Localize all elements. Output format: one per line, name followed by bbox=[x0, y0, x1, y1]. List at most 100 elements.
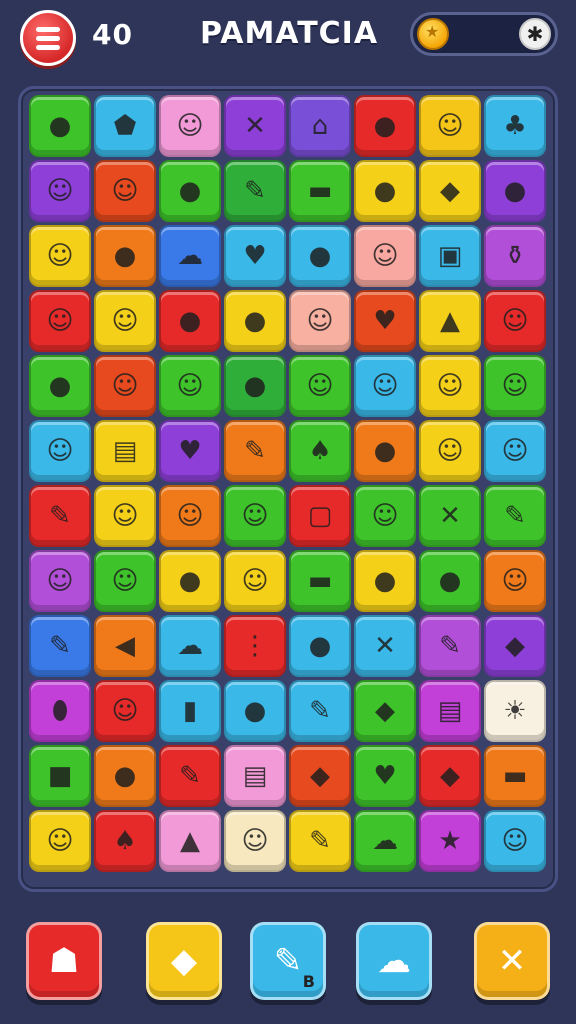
tile[interactable]: ▬ bbox=[289, 550, 351, 612]
tile[interactable]: ★ bbox=[419, 810, 481, 872]
tile[interactable]: ▤ bbox=[94, 420, 156, 482]
tile[interactable]: ▲ bbox=[159, 810, 221, 872]
tile[interactable]: ☺ bbox=[94, 355, 156, 417]
tile[interactable]: ⬮ bbox=[29, 680, 91, 742]
tile[interactable]: ☺ bbox=[484, 355, 546, 417]
tile[interactable]: ● bbox=[159, 550, 221, 612]
tile[interactable]: ● bbox=[224, 680, 286, 742]
tile[interactable]: ☺ bbox=[29, 810, 91, 872]
tile[interactable]: ● bbox=[289, 225, 351, 287]
tile[interactable]: ☺ bbox=[94, 680, 156, 742]
tile[interactable]: ✕ bbox=[354, 615, 416, 677]
tile[interactable]: ☺ bbox=[94, 160, 156, 222]
tile[interactable]: ● bbox=[94, 745, 156, 807]
tile[interactable]: ☺ bbox=[484, 810, 546, 872]
tile[interactable]: ♥ bbox=[354, 745, 416, 807]
menu-button[interactable] bbox=[20, 10, 76, 66]
tile[interactable]: ▤ bbox=[224, 745, 286, 807]
tile[interactable]: ☺ bbox=[94, 290, 156, 352]
tile[interactable]: ☺ bbox=[29, 225, 91, 287]
tile[interactable]: ♥ bbox=[354, 290, 416, 352]
tile[interactable]: ☺ bbox=[484, 550, 546, 612]
tile[interactable]: ● bbox=[29, 355, 91, 417]
tile[interactable]: ● bbox=[289, 615, 351, 677]
tile[interactable]: ☺ bbox=[419, 95, 481, 157]
tile[interactable]: ● bbox=[419, 550, 481, 612]
tile[interactable]: ● bbox=[354, 160, 416, 222]
tile[interactable]: ☁ bbox=[159, 225, 221, 287]
tile[interactable]: ✎ bbox=[159, 745, 221, 807]
tile[interactable]: ☺ bbox=[354, 355, 416, 417]
tile[interactable]: ☺ bbox=[29, 420, 91, 482]
tile[interactable]: ☺ bbox=[419, 355, 481, 417]
tile[interactable]: ✕ bbox=[224, 95, 286, 157]
tile[interactable]: ♥ bbox=[224, 225, 286, 287]
tile[interactable]: ✎ bbox=[289, 810, 351, 872]
tile[interactable]: ● bbox=[354, 420, 416, 482]
tile[interactable]: ☺ bbox=[224, 810, 286, 872]
tile[interactable]: ♥ bbox=[159, 420, 221, 482]
tile[interactable]: ◆ bbox=[419, 160, 481, 222]
tile[interactable]: ▬ bbox=[484, 745, 546, 807]
tile[interactable]: ● bbox=[484, 160, 546, 222]
tile[interactable]: ♠ bbox=[289, 420, 351, 482]
tool-ghost-button[interactable]: ☗ bbox=[26, 922, 102, 1000]
tile[interactable]: ☁ bbox=[159, 615, 221, 677]
tile[interactable]: ◆ bbox=[419, 745, 481, 807]
tile[interactable]: ☺ bbox=[224, 485, 286, 547]
tile[interactable]: ☺ bbox=[29, 550, 91, 612]
tile[interactable]: ● bbox=[94, 225, 156, 287]
tile[interactable]: ◆ bbox=[484, 615, 546, 677]
tile[interactable]: ✎ bbox=[224, 420, 286, 482]
tool-crossed-tools-button[interactable]: ✕ bbox=[474, 922, 550, 1000]
tile[interactable]: ✎ bbox=[29, 485, 91, 547]
tile[interactable]: ☺ bbox=[159, 95, 221, 157]
tile[interactable]: ◆ bbox=[289, 745, 351, 807]
tile[interactable]: ● bbox=[159, 290, 221, 352]
tile[interactable]: ▤ bbox=[419, 680, 481, 742]
tile[interactable]: ☺ bbox=[159, 485, 221, 547]
tile[interactable]: ✎ bbox=[289, 680, 351, 742]
tile[interactable]: ▣ bbox=[419, 225, 481, 287]
tile[interactable]: ✎ bbox=[29, 615, 91, 677]
tile[interactable]: ● bbox=[354, 95, 416, 157]
tile[interactable]: ☁ bbox=[354, 810, 416, 872]
tile[interactable]: ☺ bbox=[289, 355, 351, 417]
tile[interactable]: ✎ bbox=[419, 615, 481, 677]
tile[interactable]: ◀ bbox=[94, 615, 156, 677]
tool-shard-button[interactable]: ◆ bbox=[146, 922, 222, 1000]
tile[interactable]: ✕ bbox=[419, 485, 481, 547]
tile[interactable]: ✎ bbox=[484, 485, 546, 547]
asterisk-icon[interactable]: ✱ bbox=[519, 18, 551, 50]
tile[interactable]: ▲ bbox=[419, 290, 481, 352]
tile[interactable]: ● bbox=[354, 550, 416, 612]
tool-pencil-button[interactable]: ✎ B bbox=[250, 922, 326, 1000]
tile[interactable]: ● bbox=[159, 160, 221, 222]
tile[interactable]: ☺ bbox=[29, 160, 91, 222]
tile[interactable]: ⋮ bbox=[224, 615, 286, 677]
tile[interactable]: ▮ bbox=[159, 680, 221, 742]
tile[interactable]: ☺ bbox=[94, 485, 156, 547]
tile[interactable]: ☺ bbox=[94, 550, 156, 612]
tile[interactable]: ⌂ bbox=[289, 95, 351, 157]
tile[interactable]: ☺ bbox=[419, 420, 481, 482]
tile[interactable]: ⬟ bbox=[94, 95, 156, 157]
tile[interactable]: ▢ bbox=[289, 485, 351, 547]
tile[interactable]: ☺ bbox=[224, 550, 286, 612]
tile[interactable]: ♣ bbox=[484, 95, 546, 157]
tile[interactable]: ● bbox=[224, 355, 286, 417]
tile[interactable]: ● bbox=[224, 290, 286, 352]
tile[interactable]: ✎ bbox=[224, 160, 286, 222]
tile[interactable]: ☺ bbox=[484, 290, 546, 352]
tile[interactable]: ⚱ bbox=[484, 225, 546, 287]
tile[interactable]: ☺ bbox=[484, 420, 546, 482]
tile[interactable]: ♠ bbox=[94, 810, 156, 872]
tile[interactable]: ☺ bbox=[289, 290, 351, 352]
tile[interactable]: ☺ bbox=[159, 355, 221, 417]
tile[interactable]: ■ bbox=[29, 745, 91, 807]
tile[interactable]: ● bbox=[29, 95, 91, 157]
tile[interactable]: ▬ bbox=[289, 160, 351, 222]
tile[interactable]: ◆ bbox=[354, 680, 416, 742]
tile[interactable]: ☀ bbox=[484, 680, 546, 742]
tile[interactable]: ☺ bbox=[29, 290, 91, 352]
